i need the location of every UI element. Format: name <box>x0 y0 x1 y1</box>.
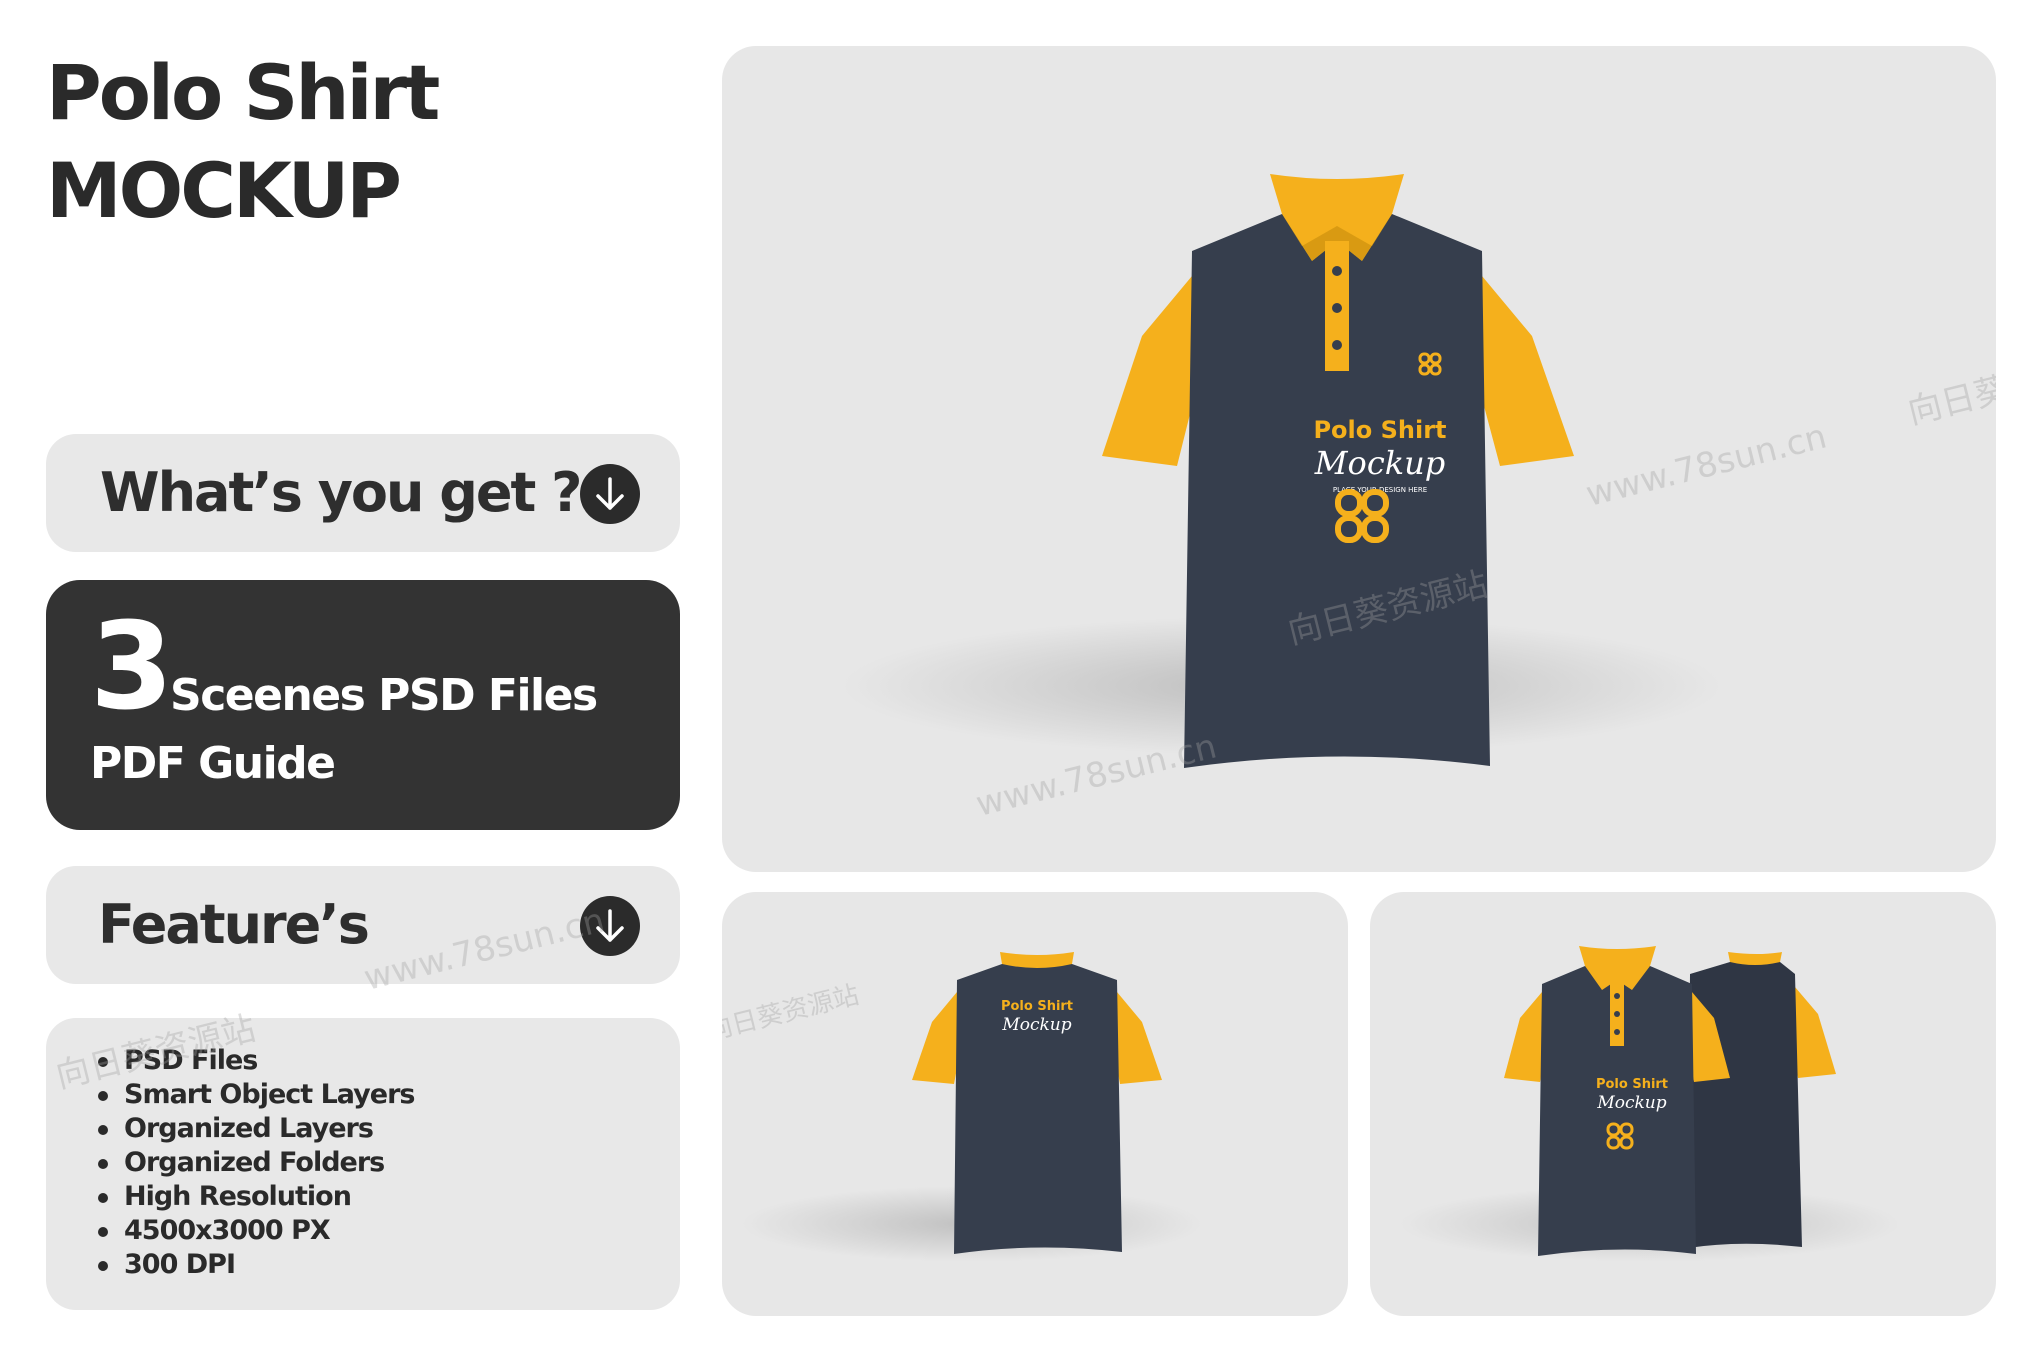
left-sleeve <box>912 992 960 1084</box>
scene-pair-view: Polo Shirt Mockup <box>1370 892 1996 1316</box>
print-script-text: Mockup <box>1596 1093 1666 1113</box>
features-label: Feature’s <box>98 893 370 956</box>
print-script-text: Mockup <box>1001 1015 1071 1035</box>
feature-item: 300 DPI <box>98 1248 414 1282</box>
button-icon <box>1332 266 1342 276</box>
arrow-down-icon[interactable] <box>580 896 640 956</box>
scene-back-view: Polo Shirt Mockup 向日葵资源站 <box>722 892 1348 1316</box>
right-sleeve <box>1792 987 1836 1078</box>
scenes-card: 3 Sceenes PSD Files PDF Guide <box>46 580 680 830</box>
button-icon <box>1332 340 1342 350</box>
polo-front-illustration: Polo Shirt Mockup PLACE YOUR DESIGN HERE <box>842 174 1722 768</box>
print-brand-text: Polo Shirt <box>1313 416 1446 444</box>
title-line-2: MOCKUP <box>46 146 402 235</box>
print-script-text: Mockup <box>1314 444 1445 482</box>
right-sleeve <box>1482 276 1574 466</box>
scenes-count: 3 <box>90 598 174 737</box>
feature-item: PSD Files <box>98 1044 414 1078</box>
bullet-icon <box>98 1193 108 1203</box>
feature-item: Organized Folders <box>98 1146 414 1180</box>
print-brand-text: Polo Shirt <box>1001 999 1073 1014</box>
feature-item: High Resolution <box>98 1180 414 1214</box>
button-icon <box>1332 303 1342 313</box>
arrow-down-icon[interactable] <box>580 464 640 524</box>
bullet-icon <box>98 1227 108 1237</box>
shirt-body-back <box>1688 962 1802 1248</box>
collar <box>1000 952 1074 968</box>
bullet-icon <box>98 1091 108 1101</box>
scenes-label: Sceenes PSD Files <box>170 670 598 721</box>
left-sleeve <box>1102 276 1192 466</box>
bullet-icon <box>98 1261 108 1271</box>
feature-item: Organized Layers <box>98 1112 414 1146</box>
feature-item: 4500x3000 PX <box>98 1214 414 1248</box>
features-pill[interactable]: Feature’s <box>46 866 680 984</box>
left-sleeve <box>1504 992 1546 1082</box>
print-brand-text: Polo Shirt <box>1596 1077 1668 1092</box>
bullet-icon <box>98 1057 108 1067</box>
right-sleeve <box>1114 992 1162 1084</box>
feature-item: Smart Object Layers <box>98 1078 415 1112</box>
polo-pair-illustration: Polo Shirt Mockup <box>1400 946 1900 1262</box>
whats-you-get-pill[interactable]: What’s you get ? <box>46 434 680 552</box>
bullet-icon <box>98 1159 108 1169</box>
bullet-icon <box>98 1125 108 1135</box>
scene-front-view: Polo Shirt Mockup PLACE YOUR DESIGN HERE… <box>722 46 1996 872</box>
page-title: Polo Shirt MOCKUP <box>46 44 440 240</box>
whats-you-get-label: What’s you get ? <box>100 461 582 524</box>
features-list-card: PSD Files Smart Object Layers Organized … <box>46 1018 680 1310</box>
title-line-1: Polo Shirt <box>46 48 440 137</box>
polo-back-illustration: Polo Shirt Mockup <box>742 952 1202 1262</box>
features-list: PSD Files Smart Object Layers Organized … <box>98 1044 415 1282</box>
guide-label: PDF Guide <box>90 738 336 789</box>
